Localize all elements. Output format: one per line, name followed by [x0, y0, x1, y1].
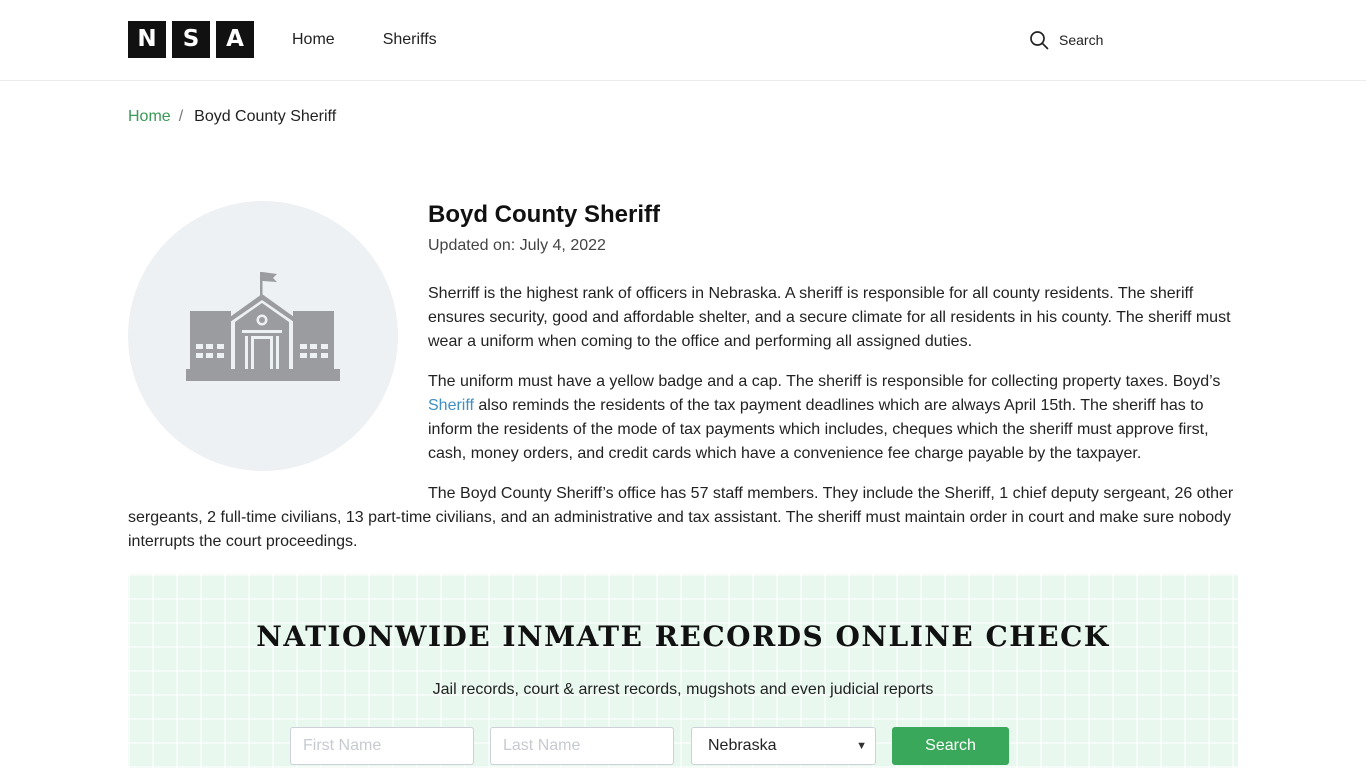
breadcrumb: Home / Boyd County Sheriff	[128, 107, 336, 127]
sheriff-link[interactable]: Sheriff	[428, 397, 474, 414]
last-name-input[interactable]	[490, 727, 674, 765]
breadcrumb-separator: /	[178, 108, 184, 125]
records-title: NATIONWIDE INMATE RECORDS ONLINE CHECK	[256, 620, 1110, 653]
records-search-button[interactable]: Search	[892, 727, 1009, 765]
nav-home[interactable]: Home	[292, 30, 335, 50]
main-nav: Home Sheriffs	[292, 30, 437, 50]
article: Boyd County Sheriff Updated on: July 4, …	[128, 200, 1238, 554]
breadcrumb-current: Boyd County Sheriff	[194, 108, 337, 125]
inmate-records-search-panel: NATIONWIDE INMATE RECORDS ONLINE CHECK J…	[128, 574, 1238, 768]
state-select-value: Nebraska	[708, 737, 777, 754]
site-logo[interactable]: N S A	[128, 21, 254, 58]
site-header: N S A Home Sheriffs Search	[0, 0, 1366, 81]
header-search-button[interactable]: Search	[1029, 30, 1103, 50]
logo-letter-a: A	[216, 21, 254, 58]
paragraph-2-text-end: also reminds the residents of the tax pa…	[428, 397, 1209, 462]
records-search-form: Nebraska ▼ Search	[290, 727, 1009, 765]
search-icon	[1030, 31, 1049, 50]
logo-letter-s: S	[172, 21, 210, 58]
paragraph-2-text-start: The uniform must have a yellow badge and…	[428, 373, 1221, 390]
logo-letter-n: N	[128, 21, 166, 58]
article-paragraph-3: The Boyd County Sheriff’s office has 57 …	[128, 485, 1234, 550]
image-spacer	[128, 200, 428, 487]
state-select[interactable]: Nebraska ▼	[691, 727, 876, 765]
first-name-input[interactable]	[290, 727, 474, 765]
chevron-down-icon: ▼	[856, 740, 867, 752]
records-subtitle: Jail records, court & arrest records, mu…	[432, 681, 934, 698]
breadcrumb-home[interactable]: Home	[128, 107, 171, 127]
nav-sheriffs[interactable]: Sheriffs	[383, 30, 437, 50]
search-label: Search	[1059, 32, 1104, 48]
